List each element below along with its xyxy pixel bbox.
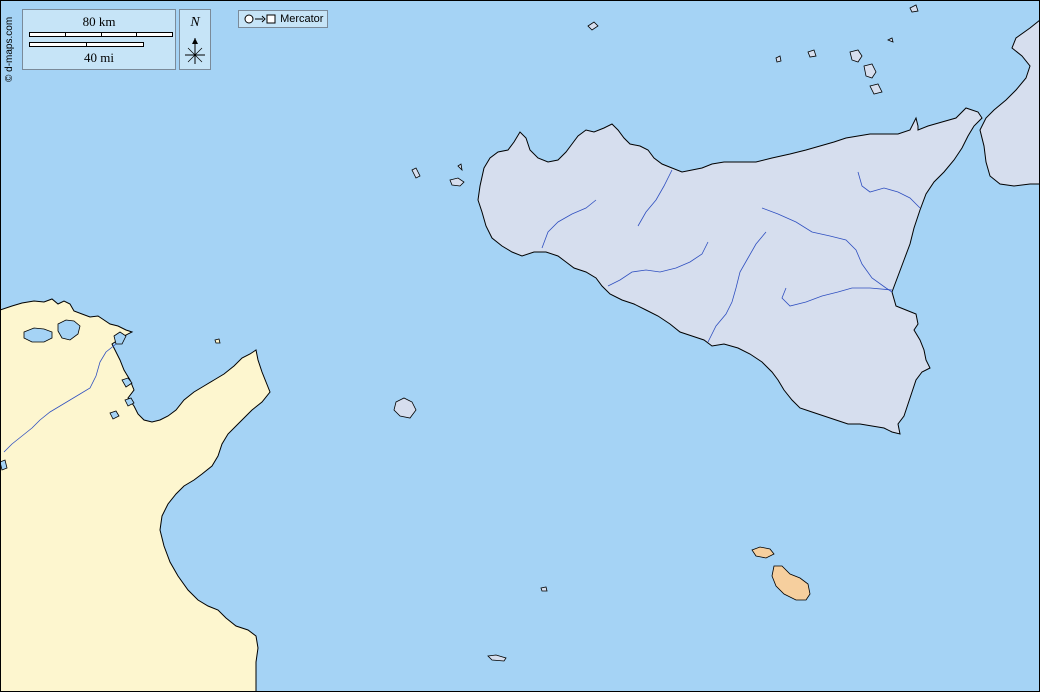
island-zembra (214, 338, 221, 344)
scale-km-label: 80 km (82, 14, 116, 29)
island-linosa (540, 586, 548, 592)
north-arrow: N (179, 9, 211, 70)
map-canvas (0, 0, 1040, 692)
projection-label: Mercator (280, 13, 324, 25)
lake-ichkeul (23, 327, 53, 343)
credit-text: © d-maps.com (4, 16, 15, 82)
projection-badge: Mercator (238, 10, 329, 28)
compass-icon (185, 38, 205, 64)
scale-bar: 80 km 40 mi (22, 9, 176, 70)
scale-km-bar (29, 32, 173, 37)
scale-mi-label: 40 mi (84, 50, 114, 65)
circle-to-square-icon (244, 14, 276, 24)
north-label: N (190, 15, 200, 30)
scale-mi-bar (29, 42, 144, 47)
